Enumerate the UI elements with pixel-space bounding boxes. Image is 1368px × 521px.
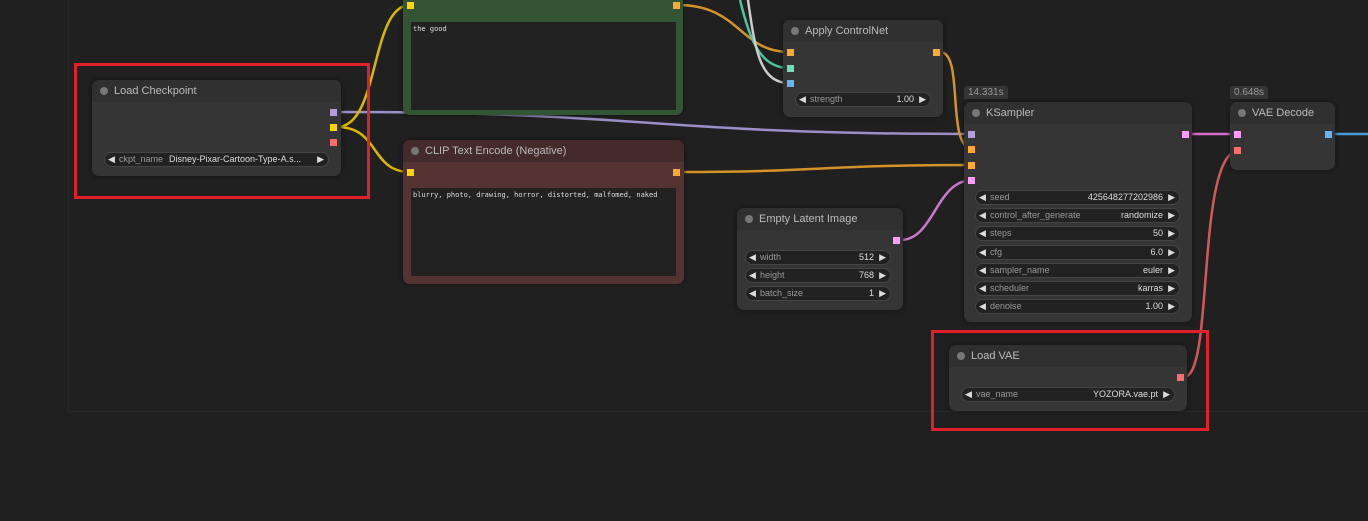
node-ksampler[interactable]: KSampler ◀ seed 425648277202986 ▶ ◀ control_a…: [964, 102, 1192, 322]
input-positive[interactable]: [968, 146, 975, 153]
node-title: KSampler: [964, 102, 1192, 124]
input-latent[interactable]: [968, 177, 975, 184]
input-conditioning[interactable]: [787, 49, 794, 56]
node-title: VAE Decode: [1230, 102, 1335, 124]
widget-strength[interactable]: ◀ strength 1.00 ▶: [795, 92, 931, 107]
widget[interactable]: ◀ seed 425648277202986 ▶: [975, 190, 1180, 205]
node-vae-decode[interactable]: VAE Decode: [1230, 102, 1335, 170]
arrow-left-icon[interactable]: ◀: [979, 191, 986, 204]
widget[interactable]: ◀ width 512 ▶: [745, 250, 891, 265]
arrow-right-icon[interactable]: ▶: [1168, 282, 1175, 295]
widget[interactable]: ◀ batch_size 1 ▶: [745, 286, 891, 301]
widget[interactable]: ◀ cfg 6.0 ▶: [975, 244, 1180, 260]
node-title: Apply ControlNet: [783, 20, 943, 42]
arrow-right-icon[interactable]: ▶: [879, 251, 886, 264]
arrow-left-icon[interactable]: ◀: [749, 251, 756, 264]
output-conditioning[interactable]: [673, 169, 680, 176]
widget[interactable]: ◀ control_after_generate randomize ▶: [975, 208, 1180, 224]
input-clip[interactable]: [407, 169, 414, 176]
input-negative[interactable]: [968, 162, 975, 169]
prompt-textarea[interactable]: blurry, photo, drawing, horror, distorte…: [411, 188, 676, 276]
wire-latent: [899, 178, 974, 242]
arrow-right-icon[interactable]: ▶: [1168, 246, 1175, 259]
arrow-left-icon[interactable]: ◀: [979, 282, 986, 295]
node-clip-text-encode-positive[interactable]: the good: [403, 0, 683, 115]
wire-neg-cond: [677, 163, 974, 174]
arrow-right-icon[interactable]: ▶: [919, 93, 926, 106]
arrow-right-icon[interactable]: ▶: [1168, 300, 1175, 313]
input-control-net[interactable]: [787, 65, 794, 72]
node-empty-latent-image[interactable]: Empty Latent Image ◀ width 512 ▶ ◀ height 768 ▶…: [737, 208, 903, 310]
prompt-textarea[interactable]: the good: [411, 22, 676, 110]
node-clip-text-encode-negative[interactable]: CLIP Text Encode (Negative) blurry, phot…: [403, 140, 684, 284]
execution-time-badge: 14.331s: [964, 86, 1008, 99]
output-latent[interactable]: [893, 237, 900, 244]
arrow-right-icon[interactable]: ▶: [1168, 209, 1175, 222]
input-vae[interactable]: [1234, 147, 1241, 154]
highlight-box: [74, 63, 370, 199]
widget[interactable]: ◀ steps 50 ▶: [975, 226, 1180, 242]
output-latent[interactable]: [1182, 131, 1189, 138]
arrow-right-icon[interactable]: ▶: [1168, 227, 1175, 240]
arrow-left-icon[interactable]: ◀: [979, 300, 986, 313]
highlight-box: [931, 330, 1209, 431]
input-clip[interactable]: [407, 2, 414, 9]
arrow-left-icon[interactable]: ◀: [979, 227, 986, 240]
arrow-left-icon[interactable]: ◀: [979, 264, 986, 277]
input-model[interactable]: [968, 131, 975, 138]
output-conditioning[interactable]: [933, 49, 940, 56]
execution-time-badge: 0.648s: [1230, 86, 1269, 99]
widget[interactable]: ◀ denoise 1.00 ▶: [975, 299, 1180, 315]
arrow-right-icon[interactable]: ▶: [879, 269, 886, 282]
arrow-right-icon[interactable]: ▶: [1168, 264, 1175, 277]
wire-control: [738, 0, 790, 70]
widget[interactable]: ◀ scheduler karras ▶: [975, 281, 1180, 296]
input-image[interactable]: [787, 80, 794, 87]
input-samples[interactable]: [1234, 131, 1241, 138]
widget[interactable]: ◀ sampler_name euler ▶: [975, 262, 1180, 278]
node-title: Empty Latent Image: [737, 208, 903, 230]
node-apply-controlnet[interactable]: Apply ControlNet ◀ strength 1.00 ▶: [783, 20, 943, 117]
arrow-right-icon[interactable]: ▶: [879, 287, 886, 300]
arrow-left-icon[interactable]: ◀: [979, 209, 986, 222]
wire-pos-cond: [677, 3, 790, 54]
arrow-right-icon[interactable]: ▶: [1168, 191, 1175, 204]
arrow-left-icon[interactable]: ◀: [749, 269, 756, 282]
widget[interactable]: ◀ height 768 ▶: [745, 268, 891, 283]
arrow-left-icon[interactable]: ◀: [979, 246, 986, 259]
output-conditioning[interactable]: [673, 2, 680, 9]
arrow-left-icon[interactable]: ◀: [799, 93, 806, 106]
output-image[interactable]: [1325, 131, 1332, 138]
node-title: CLIP Text Encode (Negative): [403, 140, 684, 162]
arrow-left-icon[interactable]: ◀: [749, 287, 756, 300]
